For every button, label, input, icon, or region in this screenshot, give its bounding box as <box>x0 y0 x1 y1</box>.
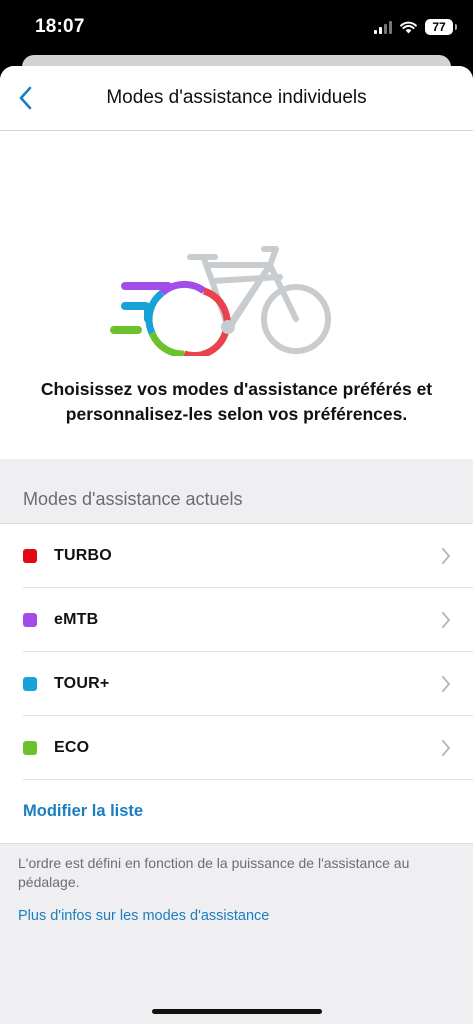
chevron-right-icon <box>442 612 450 628</box>
status-time: 18:07 <box>35 16 85 37</box>
hero-description: Choisissez vos modes d'assistance préfér… <box>40 379 433 424</box>
home-indicator[interactable] <box>152 1009 322 1014</box>
chevron-right-icon <box>442 740 450 756</box>
mode-row-turbo[interactable]: TURBO <box>0 524 473 588</box>
status-bar: 18:07 77 <box>0 0 473 56</box>
mode-label: TOUR+ <box>54 675 110 692</box>
modal-sheet: Modes d'assistance individuels Choisisse… <box>0 66 473 1024</box>
mode-color-dot <box>23 677 37 691</box>
mode-row-tour-plus[interactable]: TOUR+ <box>0 652 473 716</box>
order-explanation-note: L'ordre est défini en fonction de la pui… <box>18 855 410 890</box>
ebike-illustration <box>110 246 331 356</box>
mode-color-dot <box>23 613 37 627</box>
mode-label: ECO <box>54 739 90 756</box>
mode-label: TURBO <box>54 547 112 564</box>
hero-section: Choisissez vos modes d'assistance préfér… <box>0 131 473 459</box>
cellular-signal-icon <box>374 20 392 34</box>
chevron-right-icon <box>442 548 450 564</box>
mode-row-eco[interactable]: ECO <box>0 716 473 780</box>
battery-icon: 77 <box>425 19 457 35</box>
navigation-bar: Modes d'assistance individuels <box>0 66 473 131</box>
mode-color-dot <box>23 741 37 755</box>
wifi-icon <box>400 21 417 33</box>
mode-color-dot <box>23 549 37 563</box>
mode-list: TURBO eMTB TOUR+ ECO Modifier la liste <box>0 523 473 844</box>
more-info-link[interactable]: Plus d'infos sur les modes d'assistance <box>0 892 473 924</box>
mode-row-emtb[interactable]: eMTB <box>0 588 473 652</box>
edit-list-link[interactable]: Modifier la liste <box>0 780 473 844</box>
mode-label: eMTB <box>54 611 99 628</box>
chevron-right-icon <box>442 676 450 692</box>
page-title: Modes d'assistance individuels <box>106 87 367 108</box>
section-header: Modes d'assistance actuels <box>23 489 243 509</box>
status-icons: 77 <box>374 19 457 35</box>
